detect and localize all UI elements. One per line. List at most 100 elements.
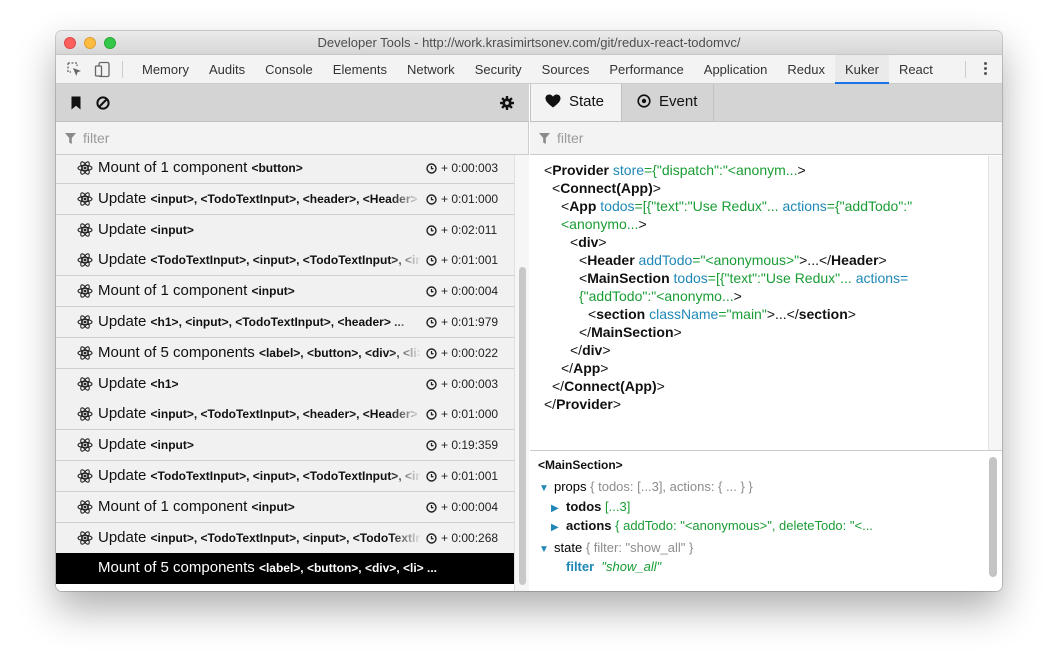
tab-console[interactable]: Console xyxy=(255,55,323,84)
text-fade xyxy=(390,491,422,522)
expanded-triangle-icon[interactable]: ▼ xyxy=(539,483,549,494)
tab-elements[interactable]: Elements xyxy=(323,55,397,84)
tab-event[interactable]: Event xyxy=(623,84,713,121)
inspect-element-icon[interactable] xyxy=(66,61,83,78)
tab-kuker[interactable]: Kuker xyxy=(834,55,889,84)
clock-icon xyxy=(426,253,441,267)
event-time: + 0:00:003 xyxy=(426,376,504,391)
state-filter[interactable]: filter xyxy=(530,122,1002,155)
clock-icon xyxy=(426,500,441,514)
event-time: + 0:00:022 xyxy=(426,345,504,360)
event-row-label: Update <input>, <TodoTextInput>, <header… xyxy=(98,405,420,422)
text-fade xyxy=(390,276,422,307)
event-type: Mount of 5 components xyxy=(98,559,255,577)
event-row[interactable]: Update <TodoTextInput>, <input>, <TodoTe… xyxy=(56,461,514,492)
expanded-triangle-icon[interactable]: ▼ xyxy=(539,544,549,555)
tab-audits[interactable]: Audits xyxy=(199,55,255,84)
react-atom-icon xyxy=(77,283,93,299)
component-tree: <Provider store={"dispatch":"<anonym...>… xyxy=(530,156,988,450)
tree-node-div[interactable]: <div> xyxy=(570,234,607,250)
react-atom-icon xyxy=(77,530,93,546)
event-type: Update xyxy=(98,436,147,454)
event-type: Mount of 1 component xyxy=(98,282,248,300)
event-components: <TodoTextInput>, <input>, <TodoTextInput… xyxy=(150,469,420,483)
tree-scrollbar[interactable] xyxy=(988,156,1002,450)
text-fade xyxy=(390,183,422,214)
tree-node-header[interactable]: <Header addTodo="<anonymous>">...</Heade… xyxy=(579,252,887,268)
clock-icon xyxy=(426,161,441,175)
tree-node-provider[interactable]: <Provider store={"dispatch":"<anonym...> xyxy=(544,162,806,178)
event-row[interactable]: Mount of 5 components <label>, <button>,… xyxy=(56,553,514,585)
clock-icon xyxy=(426,346,441,360)
event-components: <input>, <TodoTextInput>, <header>, <Hea… xyxy=(150,407,418,422)
events-filter[interactable]: filter xyxy=(56,122,528,155)
tree-node-mainsection[interactable]: <MainSection todos=[{"text":"Use Redux".… xyxy=(579,270,908,286)
props-todos-node[interactable]: ▶ todos [...3] xyxy=(551,499,630,514)
props-node[interactable]: ▼ props { todos: [...3], actions: { ... }… xyxy=(539,479,753,494)
text-fade xyxy=(390,307,422,337)
tab-redux[interactable]: Redux xyxy=(777,55,835,84)
event-type: Mount of 5 components xyxy=(98,343,255,361)
state-filter-node[interactable]: filter "show_all" xyxy=(566,559,661,574)
more-menu-icon[interactable] xyxy=(978,60,992,80)
tab-application[interactable]: Application xyxy=(694,55,778,84)
event-time-value: + 0:00:003 xyxy=(441,376,499,391)
tab-sources[interactable]: Sources xyxy=(532,55,600,84)
event-components: <input> xyxy=(150,222,194,237)
target-icon xyxy=(637,94,651,108)
details-scrollbar-thumb[interactable] xyxy=(989,457,997,577)
tab-network[interactable]: Network xyxy=(397,55,465,84)
event-time: + 0:01:979 xyxy=(426,315,504,329)
event-components: <button> xyxy=(251,161,303,175)
tree-node-connect[interactable]: <Connect(App)> xyxy=(552,180,661,196)
event-row[interactable]: Update <input>, <TodoTextInput>, <header… xyxy=(56,399,514,431)
tab-security[interactable]: Security xyxy=(465,55,532,84)
event-components: <h1> xyxy=(150,376,179,391)
clear-icon[interactable] xyxy=(96,96,110,110)
event-type: Update xyxy=(98,528,147,546)
filter-icon xyxy=(539,133,550,144)
tree-node-app-cont: <anonymo...> xyxy=(561,216,647,232)
event-row-label: Update <input> xyxy=(98,221,420,238)
gear-icon[interactable] xyxy=(500,96,514,110)
event-time-value: + 0:01:001 xyxy=(441,253,499,268)
event-row[interactable]: Mount of 1 component <input> + 0:00:004 xyxy=(56,276,514,308)
collapsed-triangle-icon[interactable]: ▶ xyxy=(551,522,559,533)
react-atom-icon xyxy=(77,345,93,361)
collapsed-triangle-icon[interactable]: ▶ xyxy=(551,503,559,514)
devtools-tab-bar: Memory Audits Console Elements Network S… xyxy=(56,55,1002,84)
event-row[interactable]: Update <TodoTextInput>, <input>, <TodoTe… xyxy=(56,245,514,277)
event-time: + 0:02:011 xyxy=(426,222,504,237)
event-row-label: Mount of 5 components <label>, <button>,… xyxy=(98,344,420,361)
event-time-value: + 0:00:268 xyxy=(441,530,499,545)
event-row-label: Update <TodoTextInput>, <input>, <TodoTe… xyxy=(98,251,420,268)
events-scrollbar-thumb[interactable] xyxy=(519,267,526,585)
tab-performance[interactable]: Performance xyxy=(599,55,693,84)
state-node[interactable]: ▼ state { filter: "show_all" } xyxy=(539,540,693,555)
event-time-value: + 0:01:000 xyxy=(441,407,499,422)
event-components: <input>, <TodoTextInput>, <input>, <Todo… xyxy=(150,530,420,545)
tree-node-section[interactable]: <section className="main">...</section> xyxy=(588,306,856,322)
event-row[interactable]: Update <input> + 0:02:011 xyxy=(56,214,514,246)
tab-memory[interactable]: Memory xyxy=(132,55,199,84)
clock-icon xyxy=(426,407,441,421)
event-type: Update xyxy=(98,374,147,392)
event-row[interactable]: Update <h1>, <input>, <TodoTextInput>, <… xyxy=(56,307,514,338)
device-toolbar-icon[interactable] xyxy=(94,61,111,78)
event-row[interactable]: Mount of 1 component <input> + 0:00:004 xyxy=(56,491,514,523)
filter-icon xyxy=(65,133,76,144)
bookmark-icon[interactable] xyxy=(70,96,82,110)
tab-state[interactable]: State xyxy=(530,84,622,121)
events-scrollbar[interactable] xyxy=(514,155,529,591)
event-row[interactable]: Update <input>, <TodoTextInput>, <input>… xyxy=(56,522,514,554)
event-row[interactable]: Mount of 1 component <button> + 0:00:003 xyxy=(56,155,514,184)
clock-icon xyxy=(426,223,441,237)
event-row[interactable]: Update <input>, <TodoTextInput>, <header… xyxy=(56,183,514,215)
event-row[interactable]: Update <h1> + 0:00:003 xyxy=(56,368,514,400)
event-row[interactable]: Update <input> + 0:19:359 xyxy=(56,430,514,462)
tab-react[interactable]: React xyxy=(889,55,943,84)
tree-node-app[interactable]: <App todos=[{"text":"Use Redux"... actio… xyxy=(561,198,912,214)
event-row[interactable]: Mount of 5 components <label>, <button>,… xyxy=(56,337,514,369)
react-atom-icon xyxy=(77,468,93,484)
props-actions-node[interactable]: ▶ actions { addTodo: "<anonymous>", delet… xyxy=(551,518,873,533)
